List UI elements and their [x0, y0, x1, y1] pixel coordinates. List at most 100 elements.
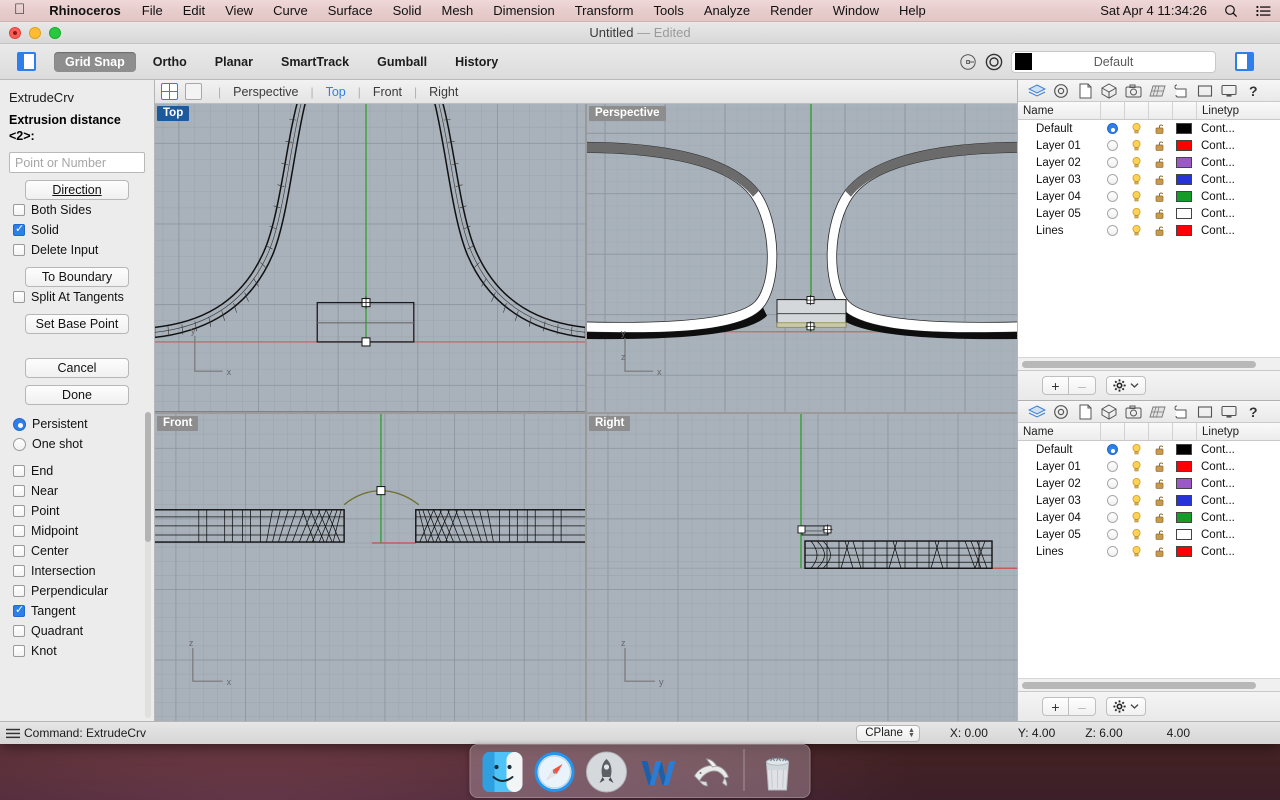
toggle-ortho[interactable]: Ortho: [142, 52, 198, 72]
layer-lock-cell[interactable]: [1148, 511, 1172, 524]
layer-color-swatch[interactable]: [1176, 140, 1192, 151]
layer-linetype[interactable]: Cont...: [1196, 495, 1280, 507]
one-shot-radio[interactable]: [13, 438, 26, 451]
layer-color-swatch[interactable]: [1176, 191, 1192, 202]
layer-name[interactable]: Layer 04: [1018, 512, 1100, 524]
column-lock-header[interactable]: [1148, 102, 1172, 119]
osnap-near[interactable]: Near: [0, 481, 154, 501]
center-checkbox[interactable]: [13, 545, 25, 557]
end-checkbox[interactable]: [13, 465, 25, 477]
tab-front[interactable]: Front: [369, 85, 406, 99]
split-at-tangents-checkbox[interactable]: [13, 291, 25, 303]
osnap-mode-persistent[interactable]: Persistent: [0, 414, 154, 434]
viewport-top-label[interactable]: Top: [157, 106, 189, 121]
menu-item-transform[interactable]: Transform: [565, 3, 644, 18]
layers-horizontal-scrollbar-upper[interactable]: [1018, 357, 1280, 370]
properties-icon[interactable]: [1049, 402, 1073, 422]
help-icon[interactable]: ?: [1241, 81, 1265, 101]
menu-item-render[interactable]: Render: [760, 3, 823, 18]
render-icon[interactable]: [1217, 402, 1241, 422]
table-row[interactable]: Layer 05 Cont...: [1018, 205, 1280, 222]
current-layer-radio[interactable]: [1107, 174, 1118, 185]
to-boundary-button[interactable]: To Boundary: [25, 267, 129, 287]
layer-linetype[interactable]: Cont...: [1196, 444, 1280, 456]
named-views-icon[interactable]: [1169, 81, 1193, 101]
direction-button[interactable]: Direction: [25, 180, 129, 200]
layer-lock-cell[interactable]: [1148, 443, 1172, 456]
osnap-scrollbar[interactable]: [145, 412, 151, 718]
word-icon[interactable]: [636, 748, 682, 794]
table-row[interactable]: Default Cont...: [1018, 441, 1280, 458]
layer-linetype[interactable]: Cont...: [1196, 225, 1280, 237]
toggle-smarttrack[interactable]: SmartTrack: [270, 52, 360, 72]
trash-icon[interactable]: [755, 748, 801, 794]
layer-current-cell[interactable]: [1100, 225, 1124, 236]
table-row[interactable]: Layer 02 Cont...: [1018, 154, 1280, 171]
toggle-gumball[interactable]: Gumball: [366, 52, 438, 72]
layer-color-swatch[interactable]: [1176, 529, 1192, 540]
osnap-end[interactable]: End: [0, 461, 154, 481]
osnap-knot[interactable]: Knot: [0, 641, 154, 661]
viewport-perspective[interactable]: y z x Perspective: [587, 104, 1017, 412]
menu-item-view[interactable]: View: [215, 3, 263, 18]
intersection-checkbox[interactable]: [13, 565, 25, 577]
display-icon[interactable]: [1193, 81, 1217, 101]
layer-current-cell[interactable]: [1100, 512, 1124, 523]
layers-icon[interactable]: [1025, 402, 1049, 422]
layer-visibility-cell[interactable]: [1124, 511, 1148, 524]
table-row[interactable]: Layer 02 Cont...: [1018, 475, 1280, 492]
table-row[interactable]: Default Cont...: [1018, 120, 1280, 137]
toggle-planar[interactable]: Planar: [204, 52, 264, 72]
osnap-midpoint[interactable]: Midpoint: [0, 521, 154, 541]
layer-color-swatch[interactable]: [1176, 478, 1192, 489]
right-panel-toggle-icon[interactable]: [1235, 52, 1254, 71]
osnap-scrollbar-thumb[interactable]: [145, 412, 151, 542]
layer-lock-cell[interactable]: [1148, 477, 1172, 490]
single-view-layout-icon[interactable]: [185, 83, 202, 100]
toggle-grid-snap[interactable]: Grid Snap: [54, 52, 136, 72]
osnap-mode-one-shot[interactable]: One shot: [0, 434, 154, 454]
layer-lock-cell[interactable]: [1148, 173, 1172, 186]
render-icon[interactable]: [1217, 81, 1241, 101]
midpoint-checkbox[interactable]: [13, 525, 25, 537]
object-icon[interactable]: [1097, 402, 1121, 422]
layer-color-swatch[interactable]: [1176, 174, 1192, 185]
cplane-stepper-icon[interactable]: ▲▼: [908, 728, 915, 738]
current-layer-radio[interactable]: [1107, 157, 1118, 168]
table-row[interactable]: Layer 01 Cont...: [1018, 458, 1280, 475]
layer-color-cell[interactable]: [1172, 478, 1196, 489]
cancel-button[interactable]: Cancel: [25, 358, 129, 378]
current-layer-radio[interactable]: [1107, 495, 1118, 506]
add-layer-button[interactable]: +: [1042, 376, 1069, 395]
column-name-header[interactable]: Name: [1018, 105, 1100, 117]
help-icon[interactable]: ?: [1241, 402, 1265, 422]
layer-name[interactable]: Layer 01: [1018, 140, 1100, 152]
ground-plane-icon[interactable]: [1145, 402, 1169, 422]
ground-plane-icon[interactable]: [1145, 81, 1169, 101]
viewport-perspective-label[interactable]: Perspective: [589, 106, 666, 121]
remove-layer-button[interactable]: –: [1069, 376, 1096, 395]
menu-item-tools[interactable]: Tools: [643, 3, 693, 18]
layer-color-cell[interactable]: [1172, 546, 1196, 557]
layer-linetype[interactable]: Cont...: [1196, 529, 1280, 541]
table-row[interactable]: Layer 05 Cont...: [1018, 526, 1280, 543]
knot-checkbox[interactable]: [13, 645, 25, 657]
cplane-selector[interactable]: CPlane ▲▼: [856, 725, 920, 742]
column-name-header[interactable]: Name: [1018, 426, 1100, 438]
option-split-at-tangents[interactable]: Split At Tangents: [0, 287, 154, 307]
layer-current-cell[interactable]: [1100, 461, 1124, 472]
layer-lock-cell[interactable]: [1148, 528, 1172, 541]
layer-color-cell[interactable]: [1172, 123, 1196, 134]
table-row[interactable]: Layer 01 Cont...: [1018, 137, 1280, 154]
left-panel-toggle-icon[interactable]: [17, 52, 36, 71]
target-circle-icon[interactable]: [981, 49, 1007, 75]
current-layer-radio[interactable]: [1107, 123, 1118, 134]
set-base-point-button[interactable]: Set Base Point: [25, 314, 129, 334]
layer-linetype[interactable]: Cont...: [1196, 191, 1280, 203]
menubar-clock[interactable]: Sat Apr 4 11:34:26: [1092, 3, 1215, 18]
layer-color-swatch[interactable]: [1176, 225, 1192, 236]
layer-color-cell[interactable]: [1172, 461, 1196, 472]
viewport-front-label[interactable]: Front: [157, 416, 198, 431]
layer-lock-cell[interactable]: [1148, 494, 1172, 507]
hamburger-menu-icon[interactable]: [0, 728, 23, 739]
